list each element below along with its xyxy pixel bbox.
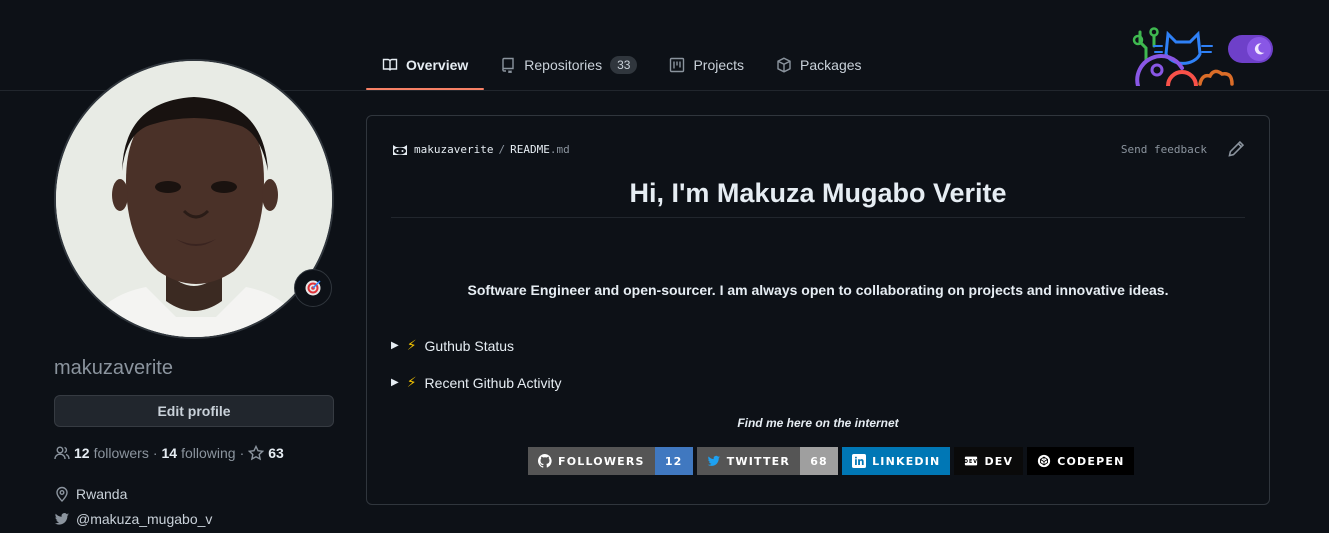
avatar-portrait-image [56,61,332,337]
location-text: Rwanda [76,486,128,502]
tab-overview-label: Overview [406,57,469,73]
badge-linkedin-label: LINKEDIN [872,454,941,468]
badge-followers-left: FOLLOWERS [528,447,655,475]
tab-packages-label: Packages [800,57,862,73]
twitter-icon [54,513,69,525]
twitter-icon [707,455,720,466]
codepen-icon [1038,454,1051,468]
followers-label: followers [93,445,149,461]
badge-twitter[interactable]: TWITTER 68 [696,447,839,475]
followers-count: 12 [74,445,90,461]
location-icon [56,486,68,502]
repositories-counter: 33 [610,56,638,74]
edit-profile-button[interactable]: Edit profile [54,395,334,427]
details-label: Recent Github Activity [424,374,562,391]
dot-separator: · [152,445,158,461]
linkedin-icon [852,454,867,468]
location-row: Rwanda [54,486,127,502]
lightning-icon: ⚡ [406,337,417,353]
tab-overview[interactable]: Overview [366,40,485,90]
badge-followers-count: 12 [654,447,693,475]
package-icon [777,57,791,73]
readme-file-ext: .md [549,142,570,156]
avatar[interactable] [54,59,334,339]
badge-codepen-left: CODEPEN [1027,447,1135,475]
details-label: Guthub Status [424,337,515,354]
tab-repositories-label: Repositories [524,57,603,73]
tab-projects-label: Projects [693,57,745,73]
badge-followers-label: FOLLOWERS [558,454,645,468]
readme-owner-link[interactable]: makuzaverite [414,143,493,156]
following-label: following [181,445,236,461]
stars-link[interactable]: 63 [248,445,284,461]
lightning-icon: ⚡ [406,374,417,390]
path-separator: / [498,142,506,156]
pencil-icon[interactable] [1227,140,1245,158]
social-badges: FOLLOWERS 12 TWITTER 68 LINKEDIN DEV DEV [528,447,1135,475]
details-recent-activity[interactable]: ▶ ⚡ Recent Github Activity [391,374,562,391]
details-guthub-status[interactable]: ▶ ⚡ Guthub Status [391,337,514,354]
readme-description: Software Engineer and open-sourcer. I am… [467,282,1169,298]
star-icon [248,445,265,461]
readme-path: makuzaverite / README.md [391,142,570,156]
readme-heading: Hi, I'm Makuza Mugabo Verite [391,178,1245,218]
svg-text:DEV: DEV [964,459,978,465]
octocat-mascot-illustration [1132,27,1234,86]
send-feedback-link[interactable]: Send feedback [1121,143,1207,156]
github-icon [538,454,552,468]
project-icon [670,57,685,73]
theme-toggle[interactable] [1228,35,1273,63]
badge-twitter-count: 68 [800,447,839,475]
following-link[interactable]: 14 following [162,445,236,461]
repo-icon [502,57,514,73]
badge-followers[interactable]: FOLLOWERS 12 [528,447,693,475]
badge-codepen-label: CODEPEN [1057,454,1125,468]
badge-dev[interactable]: DEV DEV [954,447,1024,475]
find-me-text: Find me here on the internet [737,416,899,430]
disclosure-triangle-icon: ▶ [391,377,399,388]
dev-icon: DEV [964,456,978,466]
stars-count: 63 [268,445,284,461]
readme-file-link[interactable]: README.md [510,143,570,156]
readme-file-name: README [510,142,550,156]
profile-username: makuzaverite [54,357,173,379]
tab-repositories[interactable]: Repositories 33 [484,40,653,90]
badge-codepen[interactable]: CODEPEN [1027,447,1135,475]
disclosure-triangle-icon: ▶ [391,340,399,351]
twitter-handle: @makuza_mugabo_v [76,511,213,527]
dot-separator: · [239,445,245,461]
people-icon [54,446,70,460]
profile-tabs: Overview Repositories 33 Projects Packag… [366,40,878,91]
tab-packages[interactable]: Packages [760,40,877,90]
book-icon [382,58,398,71]
octocat-face-icon [393,145,407,155]
badge-linkedin[interactable]: LINKEDIN [842,447,951,475]
badge-linkedin-left: LINKEDIN [842,447,951,475]
twitter-row[interactable]: @makuza_mugabo_v [54,511,212,527]
readme-box: makuzaverite / README.md Send feedback H… [366,115,1270,505]
follow-stats: 12 followers · 14 following · 63 [54,445,284,461]
badge-twitter-label: TWITTER [726,454,791,468]
tab-projects[interactable]: Projects [653,40,760,90]
badge-dev-label: DEV [984,454,1014,468]
status-direct-hit-icon[interactable] [294,269,332,307]
followers-link[interactable]: 12 followers [54,445,149,461]
badge-twitter-left: TWITTER [696,447,801,475]
moon-icon [1247,37,1271,61]
badge-dev-left: DEV DEV [954,447,1024,475]
following-count: 14 [161,445,178,461]
